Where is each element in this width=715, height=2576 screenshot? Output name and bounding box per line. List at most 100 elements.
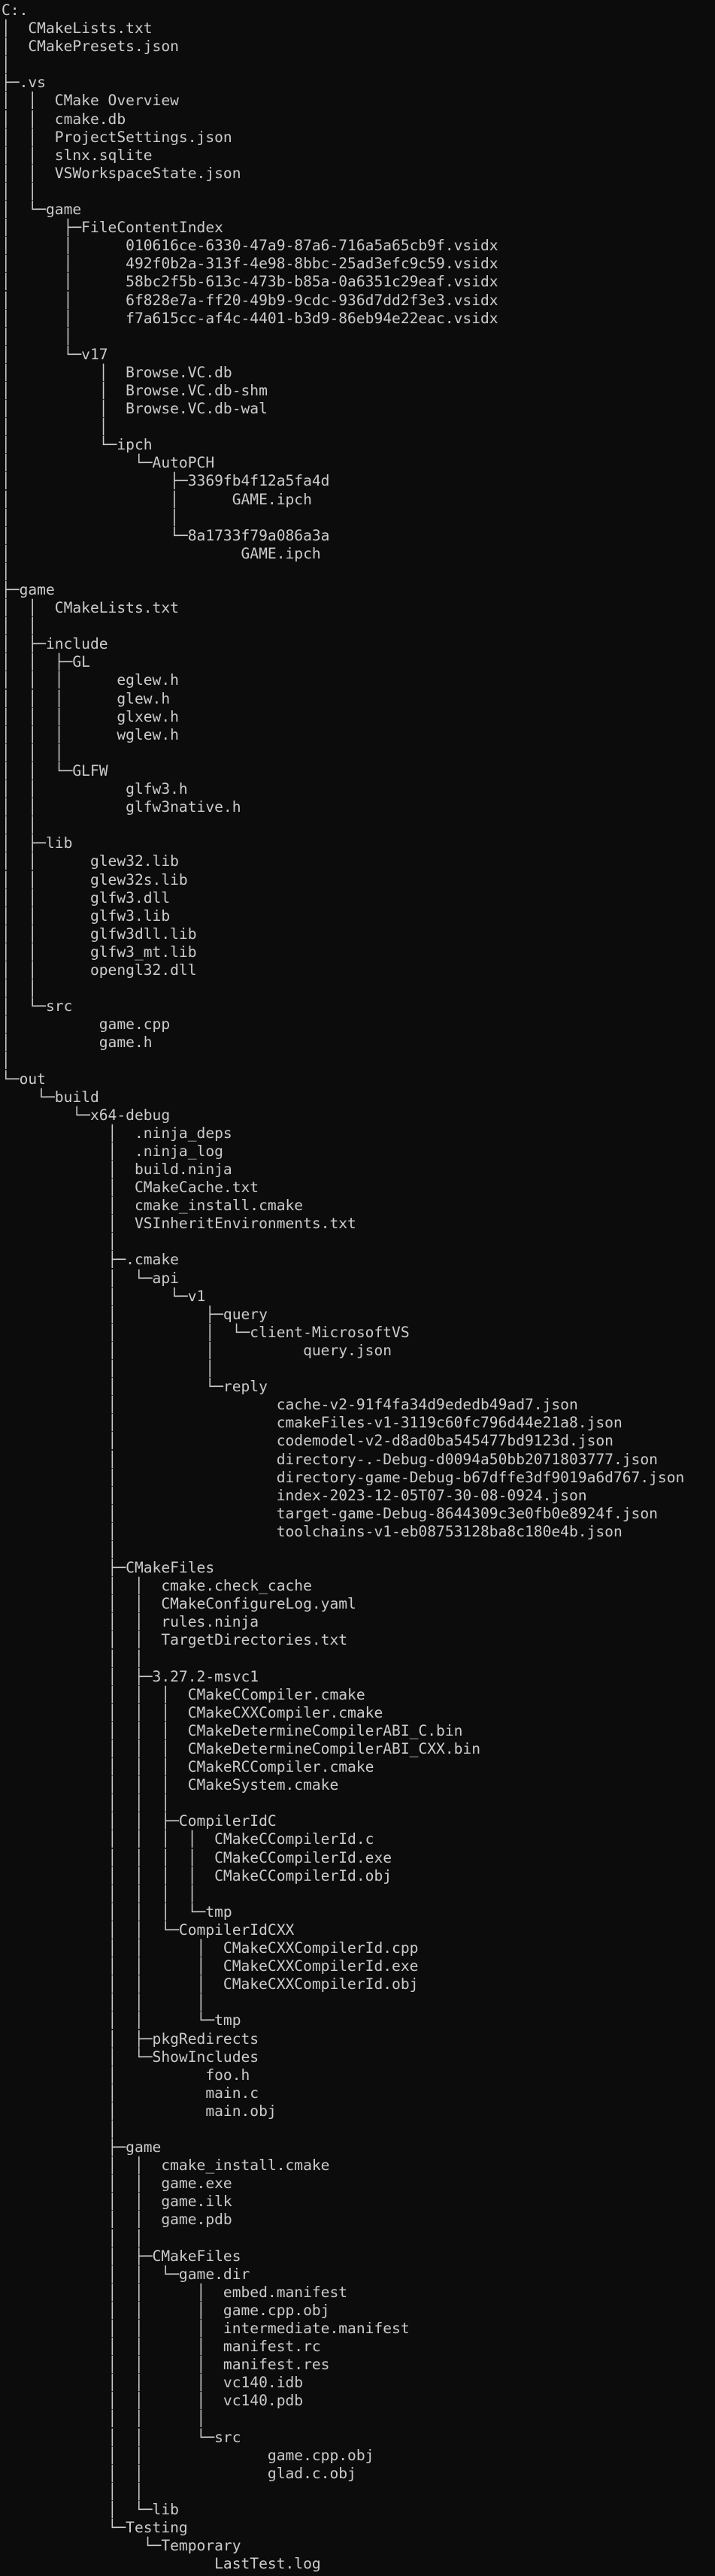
tree-line: │ │ │ CMakeRCCompiler.cmake xyxy=(2,1758,374,1776)
tree-line: │ │ └─game.dir xyxy=(2,2265,250,2283)
tree-line: ├─game xyxy=(2,581,55,598)
tree-line: │ │ │ vc140.idb xyxy=(2,2374,304,2392)
tree-line: │ └─AutoPCH xyxy=(2,454,215,472)
tree-line: │ │ xyxy=(2,1649,144,1667)
tree-line: │ cmakeFiles-v1-3119c60fc796d44e21a8.jso… xyxy=(2,1414,623,1432)
tree-line: │ │ │ CMakeCXXCompilerId.exe xyxy=(2,1957,419,1975)
tree-line: │ │ game.exe xyxy=(2,2175,232,2193)
tree-line: │ │ │ manifest.res xyxy=(2,2356,330,2374)
tree-line: │ │ │ glxew.h xyxy=(2,707,179,725)
tree-line: │ │ glfw3.lib xyxy=(2,907,171,925)
tree-line: │ │ │ CMakeCXXCompilerId.obj xyxy=(2,1975,419,1993)
tree-line: │ │ xyxy=(2,979,38,997)
tree-line: │ │ CMakeConfigureLog.yaml xyxy=(2,1595,356,1613)
tree-line: │ │ 010616ce-6330-47a9-87a6-716a5a65cb9f… xyxy=(2,237,498,255)
tree-line: │ └─api xyxy=(2,1269,179,1287)
tree-line: │ │ xyxy=(2,418,108,436)
tree-line: │ │ game.pdb xyxy=(2,2211,232,2229)
tree-line: │ └─v1 xyxy=(2,1287,206,1305)
tree-line: │ │ slnx.sqlite xyxy=(2,146,153,164)
tree-line: │ │ │ CMakeDetermineCompilerABI_C.bin xyxy=(2,1721,463,1739)
tree-line: │ │ VSWorkspaceState.json xyxy=(2,164,241,182)
tree-line: │ │ │ vc140.pdb xyxy=(2,2392,304,2410)
tree-line: │ │ │ xyxy=(2,2410,206,2428)
tree-line: │ xyxy=(2,1052,11,1070)
tree-line: │ │ │ CMakeCCompiler.cmake xyxy=(2,1685,365,1703)
tree-line: │ │ │ │ CMakeCCompilerId.c xyxy=(2,1830,374,1848)
tree-line: │ │ glew32s.lib xyxy=(2,870,188,888)
tree-line: │ │ │ game.cpp.obj xyxy=(2,2301,330,2319)
tree-line: │ │ GAME.ipch xyxy=(2,490,312,508)
tree-line: │ │ │ embed.manifest xyxy=(2,2283,348,2301)
tree-line: │ └─reply xyxy=(2,1378,268,1396)
tree-line: │ │ cmake_install.cmake xyxy=(2,2157,330,2175)
tree-line: │ │ xyxy=(2,2229,144,2247)
tree-line: │ │ CMake Overview xyxy=(2,92,179,110)
tree-line: │ .ninja_deps xyxy=(2,1124,232,1142)
tree-line: │ │ glfw3.dll xyxy=(2,888,171,907)
tree-line: │ │ xyxy=(2,508,179,526)
tree-line: │ │ │ CMakeSystem.cmake xyxy=(2,1776,339,1794)
tree-line: │ CMakeCache.txt xyxy=(2,1179,259,1197)
tree-line: │ │ └─GLFW xyxy=(2,761,108,779)
tree-line: │ │ cmake.db xyxy=(2,110,126,128)
tree-line: │ │ 492f0b2a-313f-4e98-8bbc-25ad3efc9c59… xyxy=(2,255,498,273)
tree-line: │ ├─CMakeFiles xyxy=(2,2247,241,2265)
tree-line: │ │ │ CMakeDetermineCompilerABI_CXX.bin xyxy=(2,1740,481,1757)
tree-line: C:. xyxy=(2,2,29,19)
tree-line: │ │ ProjectSettings.json xyxy=(2,128,232,146)
tree-line: │ │ │ xyxy=(2,1993,206,2011)
tree-line: │ │ Browse.VC.db-wal xyxy=(2,400,268,418)
tree-line: │ GAME.ipch xyxy=(2,544,321,562)
tree-line: ├─CMakeFiles xyxy=(2,1559,215,1577)
tree-line: │ │ query.json xyxy=(2,1341,392,1359)
tree-line: │ ├─query xyxy=(2,1305,268,1323)
terminal-window[interactable]: C:. │ CMakeLists.txt │ CMakePresets.json │ ├… xyxy=(0,0,715,2576)
tree-line: │ │ glfw3native.h xyxy=(2,798,241,816)
tree-line: ├─.cmake xyxy=(2,1251,179,1269)
tree-line: │ │ │ wglew.h xyxy=(2,725,179,743)
tree-line: │ │ xyxy=(2,327,73,345)
tree-line: │ │ │ glew.h xyxy=(2,689,171,707)
tree-line: │ └─v17 xyxy=(2,345,108,363)
tree-line: │ cache-v2-91f4fa34d9ededb49ad7.json xyxy=(2,1396,578,1414)
tree-line: │ VSInheritEnvironments.txt xyxy=(2,1215,356,1233)
tree-line: │ │ game.cpp.obj xyxy=(2,2446,374,2464)
tree-line: │ │ xyxy=(2,816,38,834)
tree-line: └─Testing xyxy=(2,2519,188,2537)
tree-line: │ │ xyxy=(2,1360,215,1378)
tree-line: │ xyxy=(2,562,11,580)
tree-line: │ CMakePresets.json xyxy=(2,38,179,56)
tree-line: │ main.obj xyxy=(2,2102,277,2120)
tree-line: │ build.ninja xyxy=(2,1161,232,1178)
tree-line: │ │ ├─CompilerIdC xyxy=(2,1812,277,1830)
tree-line: │ │ rules.ninja xyxy=(2,1613,259,1631)
tree-line: │ └─ipch xyxy=(2,436,153,454)
tree-line: │ │ │ xyxy=(2,743,64,761)
tree-line: │ └─game xyxy=(2,201,82,219)
tree-line: │ xyxy=(2,1233,117,1251)
tree-line: └─out xyxy=(2,1070,46,1088)
tree-line: │ foo.h xyxy=(2,2066,250,2084)
tree-line: │ ├─3.27.2-msvc1 xyxy=(2,1667,259,1685)
tree-line: │ │ glfw3_mt.lib xyxy=(2,943,197,961)
tree-line: │ │ └─src xyxy=(2,2428,241,2446)
tree-line: │ │ cmake.check_cache xyxy=(2,1577,312,1595)
tree-line: │ ├─lib xyxy=(2,834,73,852)
tree-line: │ │ glfw3.h xyxy=(2,780,188,798)
tree-line: │ xyxy=(2,56,11,74)
tree-line: ├─.vs xyxy=(2,74,46,92)
tree-line: │ ├─3369fb4f12a5fa4d xyxy=(2,472,330,490)
tree-line: ├─game xyxy=(2,2139,162,2157)
tree-line: │ ├─pkgRedirects xyxy=(2,2030,259,2048)
tree-line: │ │ │ CMakeCXXCompilerId.cpp xyxy=(2,1939,419,1957)
tree-line: │ CMakeLists.txt xyxy=(2,20,153,38)
tree-line: │ │ glad.c.obj xyxy=(2,2464,356,2482)
tree-line: │ │ │ │ CMakeCCompilerId.exe xyxy=(2,1848,392,1866)
tree-line: │ │ │ xyxy=(2,1794,171,1812)
tree-line: │ │ Browse.VC.db xyxy=(2,363,232,381)
tree-line: │ toolchains-v1-eb08753128ba8c180e4b.jso… xyxy=(2,1522,623,1540)
tree-line: │ │ │ manifest.rc xyxy=(2,2338,321,2356)
tree-line: │ game.h xyxy=(2,1034,153,1052)
tree-line: │ │ xyxy=(2,617,38,635)
